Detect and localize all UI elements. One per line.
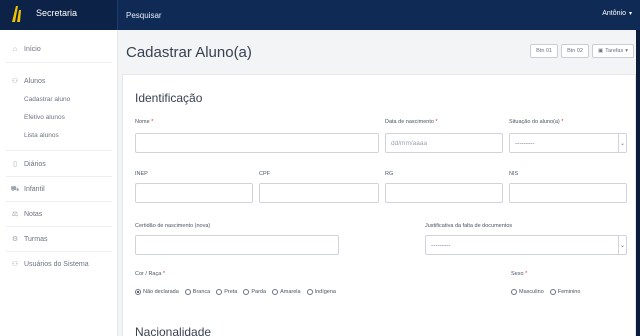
btn-02-button[interactable]: Btn 02 [561, 44, 589, 58]
form-card: Identificação Nome * Data de nascimento … [122, 74, 636, 336]
radio-feminino[interactable]: Feminino [549, 289, 580, 295]
cpf-label: CPF [259, 171, 270, 177]
brand-name: Secretaria [36, 8, 78, 18]
sidebar-item-label: Início [24, 45, 41, 53]
nome-field[interactable] [135, 133, 379, 153]
search[interactable] [118, 0, 618, 30]
divider [6, 251, 112, 252]
radio-icon[interactable] [549, 289, 556, 295]
justificativa-select[interactable]: --------- ⌄ [425, 235, 627, 255]
radio-preta[interactable]: Preta [216, 289, 237, 295]
radio-icon[interactable] [243, 289, 250, 295]
section-title-nacionalidade: Nacionalidade [135, 325, 212, 336]
chevron-down-icon: ▾ [625, 48, 628, 54]
justificativa-value: --------- [431, 241, 451, 249]
section-title-identificacao: Identificação [135, 91, 203, 105]
divider [6, 62, 112, 63]
radio-checked-icon[interactable] [135, 289, 141, 295]
sidebar-item-label: Alunos [24, 77, 46, 85]
sexo-radio-group: Masculino Feminino [511, 289, 586, 295]
sidebar-subitem-efetivo[interactable]: Efetivo alunos [24, 114, 65, 126]
rg-label: RG [385, 171, 394, 177]
calendar-icon: ▣ [597, 48, 604, 54]
divider [6, 201, 112, 202]
logo-icon [12, 6, 21, 22]
radio-parda[interactable]: Parda [243, 289, 266, 295]
gear-icon: ⚙ [11, 236, 19, 243]
user-name: Antônio [602, 10, 626, 17]
nis-field[interactable] [509, 183, 627, 203]
app-window: Secretaria Antônio▾ ⌂ Início ⚇ Alunos Ca… [0, 0, 640, 336]
divider [6, 226, 112, 227]
sidebar: ⌂ Início ⚇ Alunos Cadastrar aluno Efetiv… [0, 30, 118, 336]
chevron-down-icon: ▾ [628, 11, 632, 17]
rg-field[interactable] [385, 183, 503, 203]
cor-radio-group: Não declarada Branca Preta Parda Amarela… [135, 289, 342, 295]
users-icon: ⚇ [11, 261, 19, 268]
sidebar-item-label: Usuários do Sistema [24, 260, 89, 268]
sidebar-item-alunos[interactable]: ⚇ Alunos [10, 74, 110, 88]
radio-branca[interactable]: Branca [184, 289, 210, 295]
cart-icon: ⛟ [10, 185, 20, 193]
sidebar-item-label: Diários [24, 160, 46, 168]
tasks-label: Tarefas [605, 48, 624, 54]
cor-label: Cor / Raça * [135, 271, 165, 277]
birthdate-field[interactable]: dd/mm/aaaa [385, 133, 503, 153]
sidebar-item-inicio[interactable]: ⌂ Início [10, 42, 110, 56]
nome-label: Nome * [135, 119, 154, 125]
inep-label: INEP [135, 171, 148, 177]
chevron-down-icon: ⌄ [618, 134, 626, 152]
inep-field[interactable] [135, 183, 253, 203]
cpf-field[interactable] [259, 183, 379, 203]
sexo-label: Sexo * [511, 271, 528, 277]
search-input[interactable] [118, 0, 618, 30]
user-menu[interactable]: Antônio ▾ [602, 10, 632, 17]
toolbar: Btn 01 Btn 02 ▣ Tarefas ▾ [530, 44, 634, 58]
radio-icon[interactable] [184, 289, 191, 295]
radio-masculino[interactable]: Masculino [511, 289, 544, 295]
situacao-select[interactable]: --------- ⌄ [509, 133, 627, 153]
file-icon: ▯ [13, 161, 17, 168]
scale-icon: ⚖ [11, 211, 19, 218]
page-title: Cadastrar Aluno(a) [126, 44, 252, 61]
sidebar-item-notas[interactable]: ⚖ Notas [10, 207, 110, 221]
radio-nao-declarada[interactable]: Não declarada [135, 289, 179, 295]
radio-amarela[interactable]: Amarela [272, 289, 301, 295]
justificativa-label: Justificativa da falta de documentos [425, 223, 513, 229]
main-content: Cadastrar Aluno(a) Btn 01 Btn 02 ▣ Taref… [118, 30, 640, 336]
situacao-value: --------- [515, 139, 535, 147]
chevron-down-icon: ⌄ [618, 236, 626, 254]
window-edge [636, 30, 640, 336]
btn-01-button[interactable]: Btn 01 [530, 44, 559, 58]
sidebar-item-usuarios[interactable]: ⚇ Usuários do Sistema [10, 257, 110, 271]
sidebar-subitem-lista[interactable]: Lista alunos [24, 132, 59, 144]
brand[interactable]: Secretaria [0, 0, 118, 30]
nis-label: NIS [509, 171, 519, 177]
sidebar-item-label: Infantil [24, 185, 45, 193]
certidao-label: Certidão de nascimento (nova) [135, 223, 211, 229]
sidebar-item-label: Turmas [24, 235, 48, 243]
tasks-button[interactable]: ▣ Tarefas ▾ [591, 44, 634, 58]
radio-icon[interactable] [272, 289, 279, 295]
users-icon: ⚇ [11, 78, 19, 85]
certidao-field[interactable] [135, 235, 339, 255]
sidebar-item-diarios[interactable]: ▯ Diários [10, 157, 110, 171]
divider [6, 150, 112, 151]
nascimento-label: Data de nascimento * [385, 119, 438, 125]
radio-icon[interactable] [216, 289, 223, 295]
divider [6, 176, 112, 177]
sidebar-item-label: Notas [24, 210, 43, 218]
sidebar-item-turmas[interactable]: ⚙ Turmas [10, 232, 110, 246]
top-bar: Secretaria Antônio▾ [0, 0, 640, 30]
radio-icon[interactable] [306, 289, 313, 295]
radio-icon[interactable] [511, 289, 517, 295]
sidebar-item-infantil[interactable]: ⛟ Infantil [10, 182, 110, 196]
situacao-label: Situação do aluno(a) * [509, 119, 564, 125]
home-icon: ⌂ [12, 45, 18, 53]
sidebar-subitem-cadastrar[interactable]: Cadastrar aluno [24, 96, 70, 108]
radio-indigena[interactable]: Indígena [306, 289, 336, 295]
